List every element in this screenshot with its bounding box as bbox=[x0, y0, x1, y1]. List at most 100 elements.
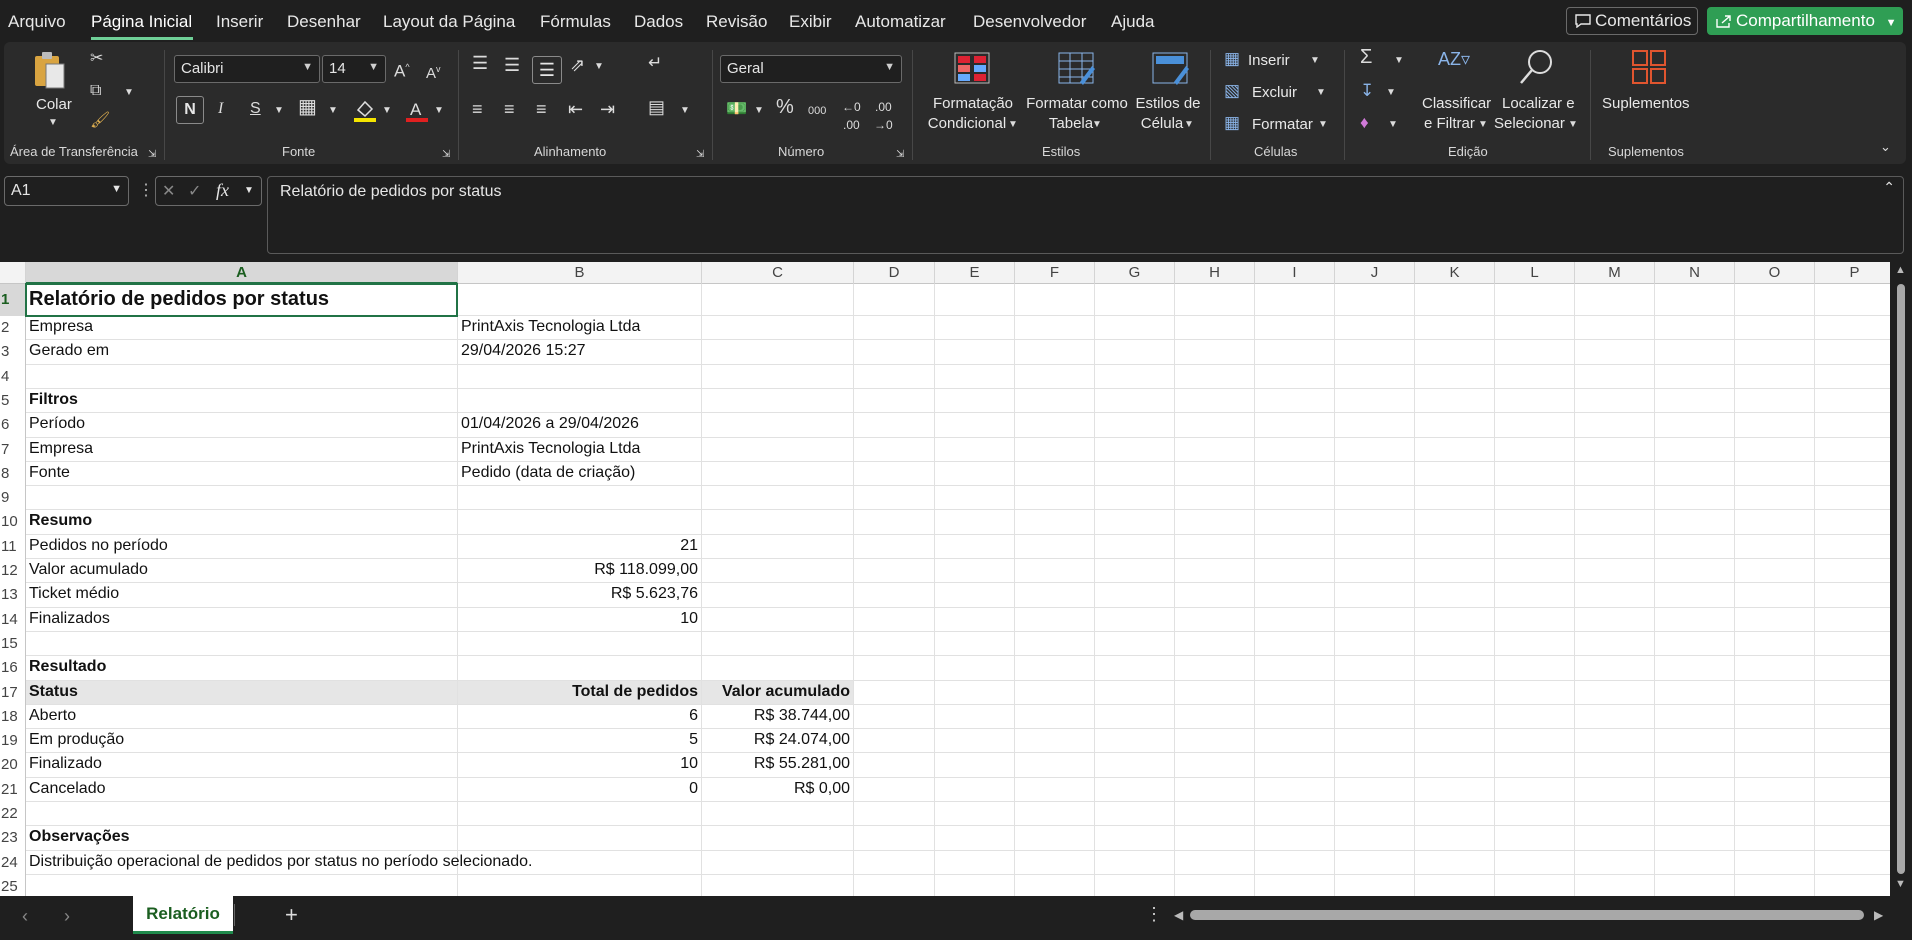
align-middle-icon[interactable]: ☰ bbox=[504, 56, 520, 74]
chevron-down-icon[interactable]: ▼ bbox=[594, 58, 604, 76]
chevron-down-icon[interactable]: ▼ bbox=[1388, 116, 1398, 134]
align-right-icon[interactable]: ≡ bbox=[536, 100, 547, 118]
cell-styles-icon[interactable] bbox=[1152, 52, 1190, 86]
collapse-ribbon-icon[interactable]: ⌄ bbox=[1880, 138, 1891, 156]
menu-revisao[interactable]: Revisão bbox=[706, 12, 767, 32]
insert-function-icon[interactable]: fx bbox=[216, 180, 229, 201]
add-sheet-icon[interactable]: + bbox=[285, 902, 298, 928]
chevron-down-icon[interactable]: ▼ bbox=[382, 102, 392, 120]
paste-label[interactable]: Colar bbox=[36, 95, 72, 114]
decrease-indent-icon[interactable]: ⇤ bbox=[568, 100, 583, 118]
row-header-9[interactable]: 9 bbox=[0, 486, 26, 511]
scroll-left-icon[interactable]: ◀ bbox=[1174, 908, 1183, 922]
shrink-font-icon[interactable]: Av bbox=[426, 60, 441, 83]
table-row-status[interactable]: Cancelado bbox=[29, 780, 106, 798]
chevron-down-icon[interactable]: ▼ bbox=[1386, 84, 1396, 102]
cell-styles-label-1[interactable]: Estilos de bbox=[1128, 94, 1208, 113]
next-sheet-icon[interactable]: › bbox=[64, 906, 70, 927]
chevron-down-icon[interactable]: ▼ bbox=[1478, 116, 1488, 134]
chevron-down-icon[interactable]: ▼ bbox=[1568, 116, 1578, 134]
accounting-format-icon[interactable]: 💵 bbox=[726, 100, 747, 118]
menu-ajuda[interactable]: Ajuda bbox=[1111, 12, 1154, 32]
share-button[interactable]: Compartilhamento ▼ bbox=[1707, 7, 1903, 35]
format-cells-label[interactable]: Formatar bbox=[1252, 115, 1313, 134]
chevron-down-icon[interactable]: ▼ bbox=[1318, 116, 1328, 134]
cut-icon[interactable]: ✂ bbox=[90, 50, 103, 68]
column-header-m[interactable]: M bbox=[1575, 262, 1655, 284]
conditional-formatting-label-2[interactable]: Condicional bbox=[922, 114, 1012, 133]
chevron-down-icon[interactable]: ▼ bbox=[680, 102, 690, 120]
prev-sheet-icon[interactable]: ‹ bbox=[22, 906, 28, 927]
menu-pagina-inicial[interactable]: Página Inicial bbox=[91, 12, 192, 32]
select-all-corner[interactable] bbox=[0, 262, 26, 284]
row-header-17[interactable]: 17 bbox=[0, 680, 26, 705]
cell-a7[interactable]: Empresa bbox=[29, 440, 93, 458]
chevron-down-icon[interactable]: ▼ bbox=[1310, 52, 1320, 70]
column-header-f[interactable]: F bbox=[1015, 262, 1095, 284]
menu-dados[interactable]: Dados bbox=[634, 12, 683, 32]
table-header-total[interactable]: Total de pedidos bbox=[458, 683, 698, 701]
column-header-k[interactable]: K bbox=[1415, 262, 1495, 284]
font-size-combo[interactable]: 14 ▼ bbox=[322, 55, 386, 83]
format-as-table-icon[interactable] bbox=[1058, 52, 1096, 86]
column-header-c[interactable]: C bbox=[702, 262, 854, 284]
cell-a16-heading[interactable]: Resultado bbox=[29, 658, 106, 676]
chevron-down-icon[interactable]: ▼ bbox=[434, 102, 444, 120]
sort-filter-icon[interactable]: AZ▿ bbox=[1438, 50, 1470, 68]
chevron-down-icon[interactable]: ▼ bbox=[328, 102, 338, 120]
insert-cells-label[interactable]: Inserir bbox=[1248, 51, 1290, 70]
column-header-o[interactable]: O bbox=[1735, 262, 1815, 284]
cell-a14[interactable]: Finalizados bbox=[29, 610, 110, 628]
increase-decimal-icon[interactable]: ←0.00 bbox=[842, 98, 861, 134]
column-header-e[interactable]: E bbox=[935, 262, 1015, 284]
cell-b7[interactable]: PrintAxis Tecnologia Ltda bbox=[461, 440, 640, 458]
align-left-icon[interactable]: ≡ bbox=[472, 100, 483, 118]
scroll-down-icon[interactable]: ▼ bbox=[1895, 878, 1906, 890]
row-header-1[interactable]: 1 bbox=[0, 284, 26, 316]
conditional-formatting-label-1[interactable]: Formatação bbox=[928, 94, 1018, 113]
format-as-table-label-2[interactable]: Tabela bbox=[1016, 114, 1126, 133]
borders-icon[interactable]: ▦ bbox=[298, 97, 317, 117]
row-header-18[interactable]: 18 bbox=[0, 704, 26, 730]
more-options-icon[interactable]: ⋮ bbox=[138, 180, 154, 200]
row-header-2[interactable]: 2 bbox=[0, 316, 26, 341]
column-header-b[interactable]: B bbox=[458, 262, 702, 284]
row-header-8[interactable]: 8 bbox=[0, 461, 26, 487]
vertical-scrollbar[interactable]: ▲ ▼ bbox=[1890, 262, 1912, 896]
row-header-22[interactable]: 22 bbox=[0, 802, 26, 827]
chevron-down-icon[interactable]: ▼ bbox=[244, 185, 254, 196]
cell-b13[interactable]: R$ 5.623,76 bbox=[458, 585, 698, 603]
cell-a13[interactable]: Ticket médio bbox=[29, 585, 119, 603]
chevron-down-icon[interactable]: ▼ bbox=[1316, 84, 1326, 102]
cell-a24[interactable]: Distribuição operacional de pedidos por … bbox=[29, 853, 532, 871]
number-format-combo[interactable]: Geral ▼ bbox=[720, 55, 902, 83]
menu-desenvolvedor[interactable]: Desenvolvedor bbox=[973, 12, 1086, 32]
column-header-h[interactable]: H bbox=[1175, 262, 1255, 284]
format-painter-icon[interactable]: 🖌 bbox=[90, 112, 110, 130]
cell-a6[interactable]: Período bbox=[29, 415, 85, 433]
row-header-20[interactable]: 20 bbox=[0, 753, 26, 778]
increase-indent-icon[interactable]: ⇥ bbox=[600, 100, 615, 118]
bold-button[interactable]: N bbox=[176, 96, 204, 124]
orientation-icon[interactable]: ⇗ bbox=[570, 56, 585, 74]
fill-color-icon[interactable] bbox=[354, 98, 376, 124]
chevron-down-icon[interactable]: ▼ bbox=[1394, 52, 1404, 70]
font-color-icon[interactable]: A bbox=[406, 98, 428, 124]
menu-arquivo[interactable]: Arquivo bbox=[8, 12, 66, 32]
row-header-4[interactable]: 4 bbox=[0, 364, 26, 389]
cell-a5-heading[interactable]: Filtros bbox=[29, 391, 78, 409]
column-header-g[interactable]: G bbox=[1095, 262, 1175, 284]
table-row-total[interactable]: 6 bbox=[458, 707, 698, 725]
cell-a11[interactable]: Pedidos no período bbox=[29, 537, 168, 555]
collapse-formula-bar-icon[interactable]: ⌃ bbox=[1883, 179, 1895, 196]
find-select-icon[interactable] bbox=[1518, 48, 1554, 86]
fill-icon[interactable]: ↧ bbox=[1360, 82, 1374, 100]
sort-filter-label-1[interactable]: Classificar bbox=[1422, 94, 1491, 113]
more-options-icon[interactable]: ⋮ bbox=[1145, 904, 1163, 925]
conditional-formatting-icon[interactable] bbox=[954, 52, 990, 84]
menu-exibir[interactable]: Exibir bbox=[789, 12, 832, 32]
row-header-12[interactable]: 12 bbox=[0, 559, 26, 584]
table-row-valor[interactable]: R$ 0,00 bbox=[702, 780, 850, 798]
dialog-launcher-icon[interactable]: ⇲ bbox=[442, 146, 450, 164]
clear-icon[interactable]: ♦ bbox=[1360, 114, 1369, 132]
